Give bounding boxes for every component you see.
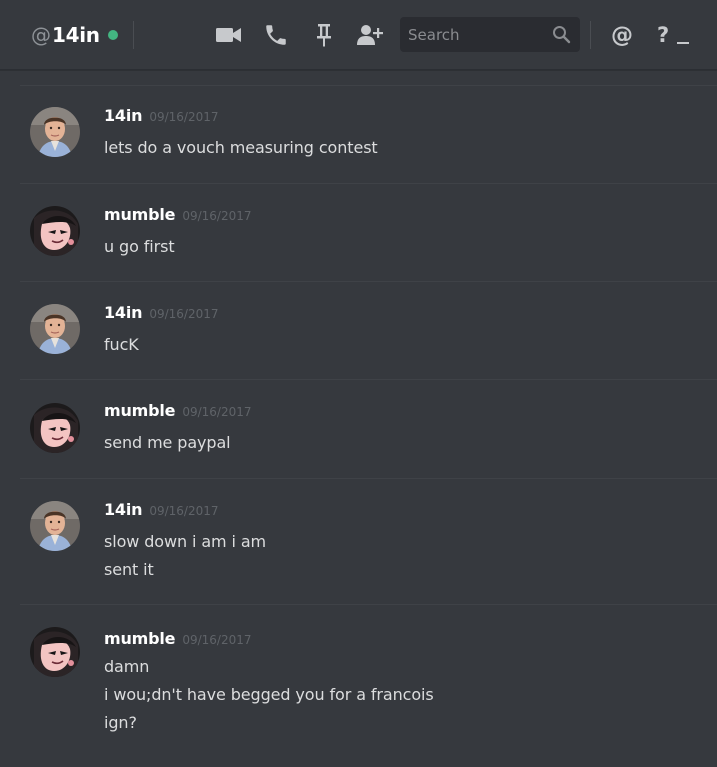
avatar[interactable] — [30, 501, 80, 551]
username[interactable]: 14in — [104, 106, 143, 125]
message-group: mumble 09/16/2017 send me paypal — [0, 380, 717, 478]
message-text: lets do a vouch measuring contest — [104, 138, 378, 157]
message-text: fucK — [104, 335, 139, 354]
username[interactable]: 14in — [104, 500, 143, 519]
message-header: mumble 09/16/2017 — [104, 401, 252, 420]
message-header: mumble 09/16/2017 — [104, 205, 252, 224]
video-call-icon[interactable] — [215, 20, 243, 50]
avatar[interactable] — [30, 304, 80, 354]
message-list: 14in 09/16/2017 lets do a vouch measurin… — [0, 71, 717, 767]
username[interactable]: mumble — [104, 401, 176, 420]
message-group: 14in 09/16/2017 fucK — [0, 282, 717, 379]
dm-chat-window: @ 14in Search @ ? 14in 09/16/2017 lets d… — [0, 0, 717, 767]
at-sign: @ — [31, 23, 51, 47]
message-text: u go first — [104, 237, 175, 256]
message-group: 14in 09/16/2017 lets do a vouch measurin… — [0, 86, 717, 182]
message-header: 14in 09/16/2017 — [104, 303, 219, 322]
message-header: 14in 09/16/2017 — [104, 500, 219, 519]
message-group: mumble 09/16/2017 u go first — [0, 184, 717, 281]
avatar[interactable] — [30, 627, 80, 677]
timestamp: 09/16/2017 — [182, 405, 252, 419]
voice-call-icon[interactable] — [262, 20, 290, 50]
avatar[interactable] — [30, 107, 80, 157]
search-icon — [552, 25, 571, 48]
message-group: mumble 09/16/2017 damn i wou;dn't have b… — [0, 605, 717, 767]
message-text: i wou;dn't have begged you for a francoi… — [104, 685, 434, 704]
online-status-icon — [107, 30, 118, 40]
avatar[interactable] — [30, 206, 80, 256]
username[interactable]: mumble — [104, 205, 176, 224]
message-text: sent it — [104, 560, 154, 579]
pin-icon[interactable] — [310, 20, 338, 50]
timestamp: 09/16/2017 — [182, 209, 252, 223]
timestamp: 09/16/2017 — [182, 633, 252, 647]
avatar[interactable] — [30, 403, 80, 453]
username[interactable]: mumble — [104, 629, 176, 648]
timestamp: 09/16/2017 — [149, 110, 219, 124]
minimize-icon[interactable] — [677, 42, 690, 44]
header-divider — [133, 21, 134, 49]
search-input[interactable] — [408, 25, 548, 44]
username[interactable]: 14in — [104, 303, 143, 322]
channel-title: @ 14in — [31, 21, 118, 49]
message-header: 14in 09/16/2017 — [104, 106, 219, 125]
message-header: mumble 09/16/2017 — [104, 629, 252, 648]
mentions-button[interactable]: @ — [608, 20, 636, 50]
message-text: slow down i am i am — [104, 532, 267, 551]
add-friend-icon[interactable] — [356, 20, 384, 50]
message-text: ign? — [104, 713, 137, 732]
search-box[interactable] — [400, 17, 580, 52]
timestamp: 09/16/2017 — [149, 307, 219, 321]
timestamp: 09/16/2017 — [149, 504, 219, 518]
message-group: 14in 09/16/2017 slow down i am i am sent… — [0, 479, 717, 604]
help-button[interactable]: ? — [657, 20, 690, 50]
message-text: send me paypal — [104, 433, 231, 452]
channel-name[interactable]: 14in — [52, 23, 100, 47]
channel-header: @ 14in Search @ ? — [0, 0, 717, 70]
help-icon: ? — [657, 23, 670, 47]
message-text: damn — [104, 657, 150, 676]
header-divider — [590, 21, 591, 49]
